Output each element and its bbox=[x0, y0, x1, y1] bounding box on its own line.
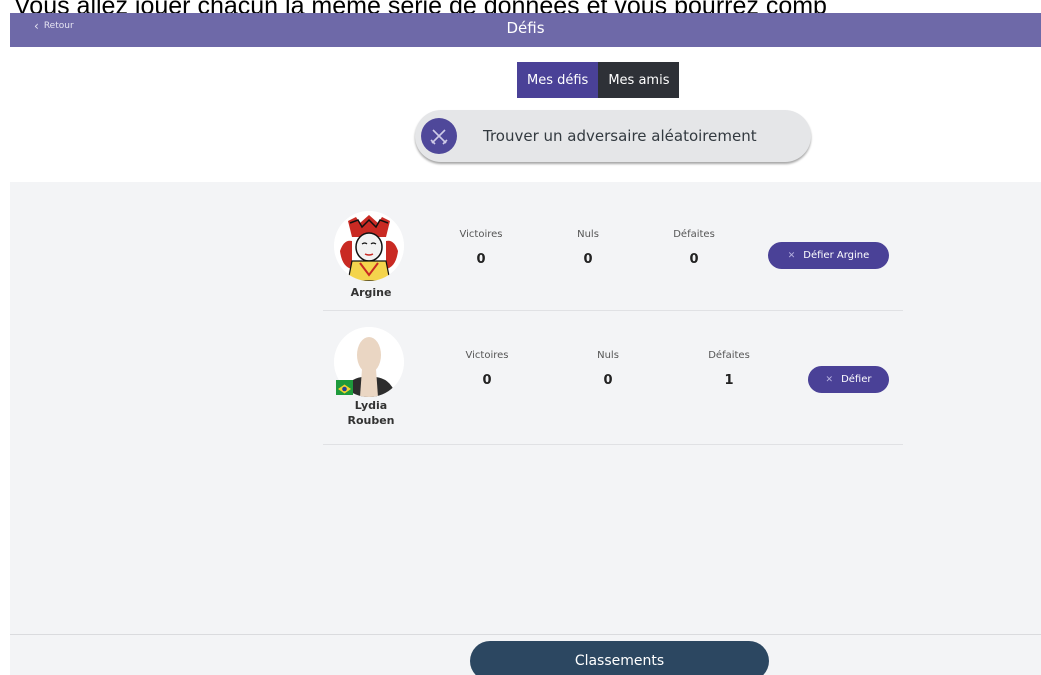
tab-my-friends[interactable]: Mes amis bbox=[598, 62, 680, 98]
player-name-argine: Argine bbox=[350, 286, 392, 299]
player-first-name: Lydia bbox=[354, 399, 388, 412]
rankings-button[interactable]: Classements bbox=[470, 641, 769, 675]
player-last-name: Rouben bbox=[347, 414, 395, 427]
brazil-flag-icon bbox=[336, 380, 353, 395]
find-random-opponent-button[interactable]: Trouver un adversaire aléatoirement bbox=[415, 110, 811, 162]
stat-victories-lydia: Victoires 0 bbox=[447, 350, 527, 388]
stat-victories-argine: Victoires 0 bbox=[441, 229, 521, 267]
find-random-opponent-label: Trouver un adversaire aléatoirement bbox=[483, 127, 757, 145]
stat-losses-lydia: Défaites 1 bbox=[689, 350, 769, 388]
crossed-swords-icon bbox=[421, 118, 457, 154]
challenge-argine-label: Défier Argine bbox=[803, 250, 870, 261]
stat-losses-argine: Défaites 0 bbox=[654, 229, 734, 267]
challenge-argine-button[interactable]: ✕ Défier Argine bbox=[768, 242, 889, 269]
stat-value: 0 bbox=[583, 252, 593, 267]
page-title: Défis bbox=[506, 19, 545, 37]
crossed-swords-icon: ✕ bbox=[825, 374, 834, 385]
stat-draws-lydia: Nuls 0 bbox=[568, 350, 648, 388]
challenge-lydia-label: Défier bbox=[841, 374, 872, 385]
stat-label: Nuls bbox=[597, 350, 619, 361]
stat-label: Défaites bbox=[708, 350, 750, 361]
app-screen: Vous allez jouer chacun la même série de… bbox=[0, 0, 1041, 675]
stat-label: Défaites bbox=[673, 229, 715, 240]
stat-draws-argine: Nuls 0 bbox=[548, 229, 628, 267]
tab-bar: Mes défis Mes amis bbox=[517, 62, 680, 98]
challenge-lydia-button[interactable]: ✕ Défier bbox=[808, 366, 889, 393]
stat-label: Victoires bbox=[459, 229, 503, 240]
stat-value: 1 bbox=[724, 373, 734, 388]
crossed-swords-icon: ✕ bbox=[787, 250, 796, 261]
avatar-argine bbox=[334, 211, 404, 281]
player-name-lydia-rouben: Lydia Rouben bbox=[331, 398, 411, 428]
top-bar: ‹ Retour Défis bbox=[10, 13, 1041, 47]
stat-value: 0 bbox=[482, 373, 492, 388]
stat-value: 0 bbox=[476, 252, 486, 267]
stat-label: Victoires bbox=[465, 350, 509, 361]
tab-my-challenges[interactable]: Mes défis bbox=[517, 62, 599, 98]
stat-value: 0 bbox=[689, 252, 699, 267]
stat-value: 0 bbox=[603, 373, 613, 388]
stat-label: Nuls bbox=[577, 229, 599, 240]
